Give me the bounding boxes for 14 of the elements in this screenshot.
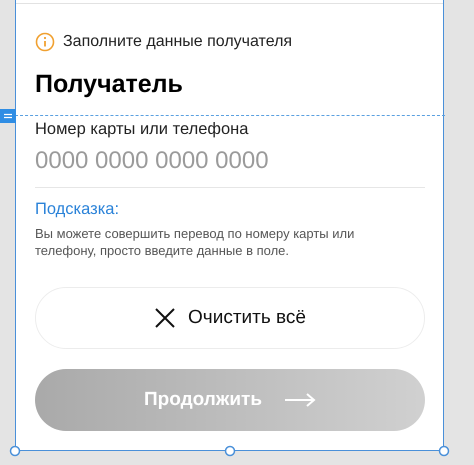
clear-button[interactable]: Очистить всё [35, 287, 425, 349]
selection-handle[interactable] [9, 444, 21, 456]
notice-text: Заполните данные получателя [63, 33, 292, 51]
close-icon [154, 307, 176, 329]
guide-handle-icon[interactable] [0, 109, 16, 123]
selection-handle[interactable] [438, 444, 450, 456]
field-label: Номер карты или телефона [35, 120, 250, 139]
info-icon [35, 32, 55, 52]
arrow-right-icon [284, 393, 316, 407]
hint-title: Подсказка: [35, 200, 120, 219]
section-title: Получатель [35, 70, 184, 99]
selection-handle[interactable] [224, 444, 236, 456]
hint-text: Вы можете совершить перевод по номеру карты или телефону, просто введите данные в поле. [35, 225, 356, 259]
card-number-field[interactable]: 0000 0000 0000 0000 [35, 139, 425, 188]
